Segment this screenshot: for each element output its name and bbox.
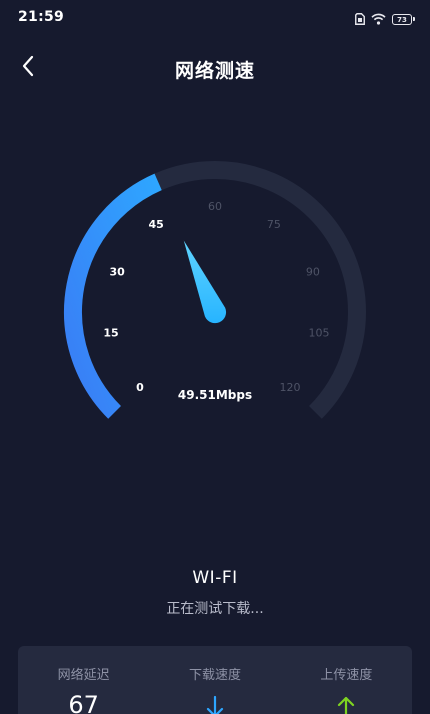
gauge-tick-label-120: 120 [280,381,301,394]
status-time: 21:59 [18,9,65,25]
status-icons: 73 [355,10,415,29]
gauge-tick-label-60: 60 [208,200,222,213]
gauge-svg: 0 15 30 45 60 75 90 105 120 49.51Mbps [64,161,366,419]
network-type: WI-FI [192,568,238,588]
gauge-tick-label-30: 30 [109,265,125,278]
wifi-icon [371,10,386,29]
gauge-speed-readout: 49.51Mbps [178,388,252,402]
arrow-down-icon [206,695,224,714]
gauge-tick-label-0: 0 [136,381,144,394]
speed-gauge: 0 15 30 45 60 75 90 105 120 49.51Mbps [0,140,430,460]
page-title: 网络测速 [174,60,255,82]
latency-value: 67 [68,691,99,714]
battery-level: 73 [397,15,407,24]
latency-label: 网络延迟 [57,668,110,683]
sim-card-icon [355,10,365,29]
gauge-progress [64,173,162,419]
stats-panel: 网络延迟 67 下载速度 上传速度 [18,646,412,714]
status-bar: 21:59 73 [0,0,430,36]
gauge-tick-label-15: 15 [103,327,118,340]
upload-label: 上传速度 [320,668,373,683]
speed-test-screen: 21:59 73 网络测速 0 15 30 45 60 75 90 105 12… [0,0,430,714]
gauge-tick-label-75: 75 [267,218,281,231]
download-label: 下载速度 [188,668,241,683]
test-status: 正在测试下载... [166,601,264,617]
arrow-up-icon [337,695,355,714]
gauge-tick-label-45: 45 [148,218,163,231]
battery-icon: 73 [392,14,415,25]
gauge-needle [183,240,227,324]
download-stat: 下载速度 [149,646,280,714]
app-header: 网络测速 [0,46,430,90]
latency-stat: 网络延迟 67 [18,646,149,714]
gauge-tick-label-105: 105 [309,327,330,340]
gauge-tick-label-90: 90 [306,265,320,278]
upload-stat: 上传速度 [281,646,412,714]
